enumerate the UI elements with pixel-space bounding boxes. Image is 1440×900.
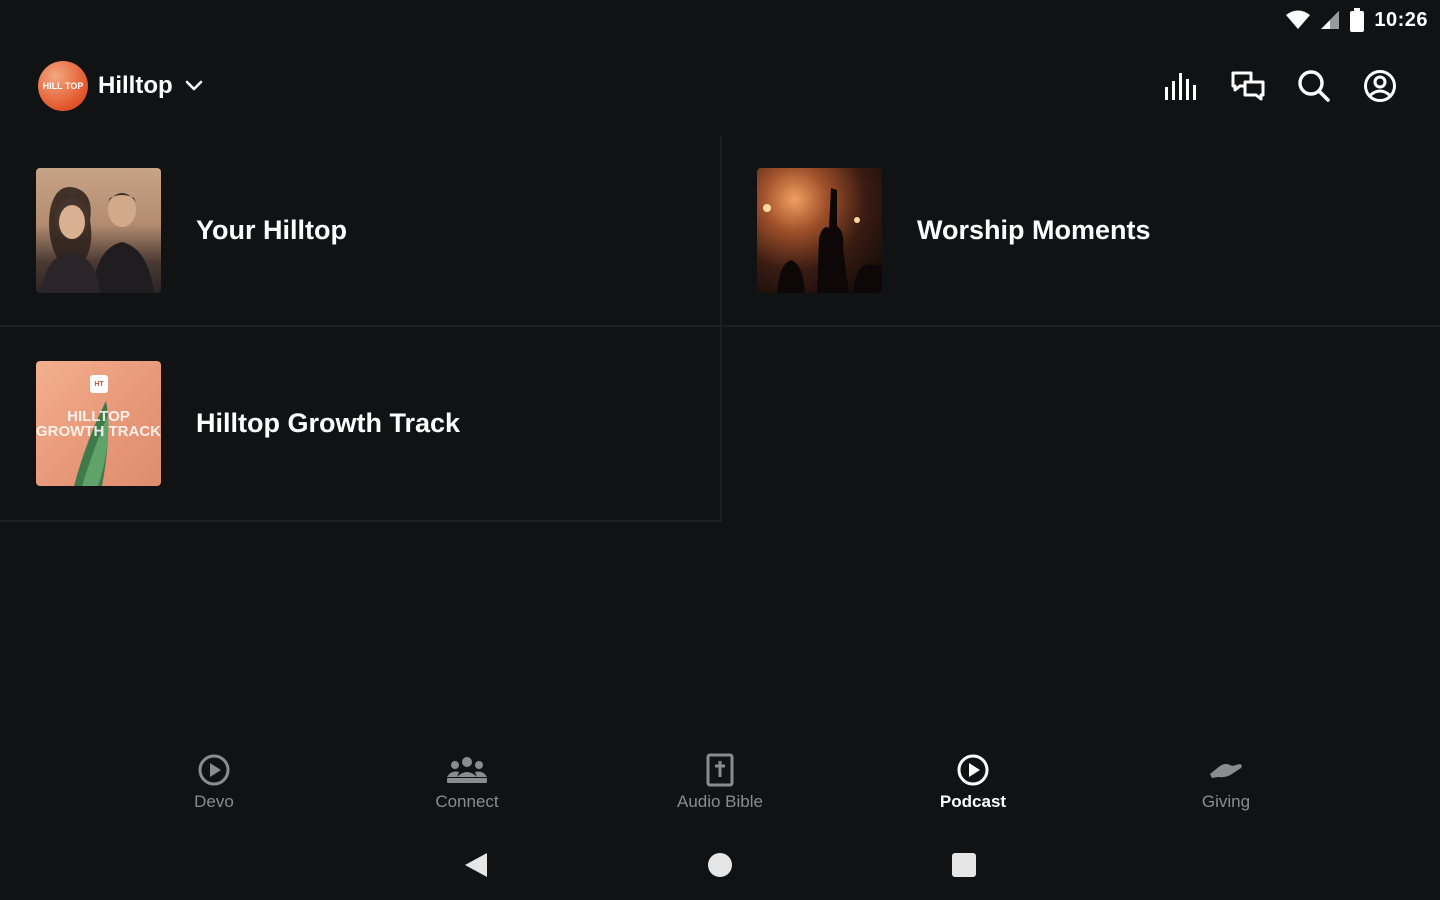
- nav-item-devo[interactable]: Devo: [88, 750, 341, 822]
- nav-item-podcast[interactable]: Podcast: [847, 750, 1100, 822]
- wifi-icon: [1286, 10, 1311, 30]
- nav-label: Devo: [194, 792, 234, 811]
- podcast-card-worship-moments[interactable]: Worship Moments: [722, 136, 1440, 327]
- recents-icon[interactable]: [942, 843, 986, 887]
- podcast-card-growth-track[interactable]: HT HILLTOP GROWTH TRACK Hilltop Growth T…: [0, 327, 722, 522]
- app-screen: 10:26 HILL TOP Hilltop Your Hilltop Wors…: [0, 0, 1440, 900]
- bible-icon: [706, 750, 734, 790]
- search-icon[interactable]: [1296, 68, 1332, 104]
- church-logo: HILL TOP: [38, 61, 88, 111]
- podcast-title: Hilltop Growth Track: [196, 408, 461, 438]
- chat-icon[interactable]: [1230, 68, 1266, 104]
- app-header: HILL TOP Hilltop: [0, 56, 1440, 116]
- church-switcher[interactable]: HILL TOP Hilltop: [38, 61, 203, 111]
- podcast-title: Your Hilltop: [196, 215, 347, 245]
- podcast-card-your-hilltop[interactable]: Your Hilltop: [0, 136, 722, 327]
- bottom-nav: Devo Connect Audio Bible Podcast Giving: [0, 750, 1440, 822]
- hilltop-logo-badge: HT: [90, 375, 108, 393]
- podcast-cover-image: [36, 168, 161, 293]
- nav-label: Podcast: [939, 792, 1007, 811]
- status-time: 10:26: [1374, 8, 1428, 31]
- group-icon: [447, 750, 487, 790]
- church-name: Hilltop: [98, 72, 173, 99]
- nav-label: Connect: [435, 792, 499, 811]
- play-circle-icon: [197, 750, 231, 790]
- chevron-down-icon: [185, 80, 203, 92]
- battery-icon: [1350, 8, 1365, 32]
- podcast-cover-image: [757, 168, 882, 293]
- back-icon[interactable]: [454, 843, 498, 887]
- nav-label: Giving: [1201, 792, 1251, 811]
- signal-icon: [1320, 10, 1340, 30]
- nav-item-connect[interactable]: Connect: [341, 750, 594, 822]
- giving-hand-icon: [1208, 750, 1244, 790]
- header-actions: [1164, 68, 1398, 104]
- nav-item-giving[interactable]: Giving: [1100, 750, 1353, 822]
- podcast-title: Worship Moments: [917, 215, 1151, 245]
- status-bar: 10:26: [1140, 0, 1440, 40]
- system-nav-bar: [0, 840, 1440, 890]
- cover-text: HILLTOP GROWTH TRACK: [36, 408, 161, 440]
- home-icon[interactable]: [698, 843, 742, 887]
- equalizer-icon[interactable]: [1164, 68, 1200, 104]
- podcast-cover-image: HT HILLTOP GROWTH TRACK: [36, 361, 161, 486]
- nav-item-audio-bible[interactable]: Audio Bible: [594, 750, 847, 822]
- account-icon[interactable]: [1362, 68, 1398, 104]
- nav-label: Audio Bible: [676, 792, 763, 811]
- play-circle-icon: [956, 750, 990, 790]
